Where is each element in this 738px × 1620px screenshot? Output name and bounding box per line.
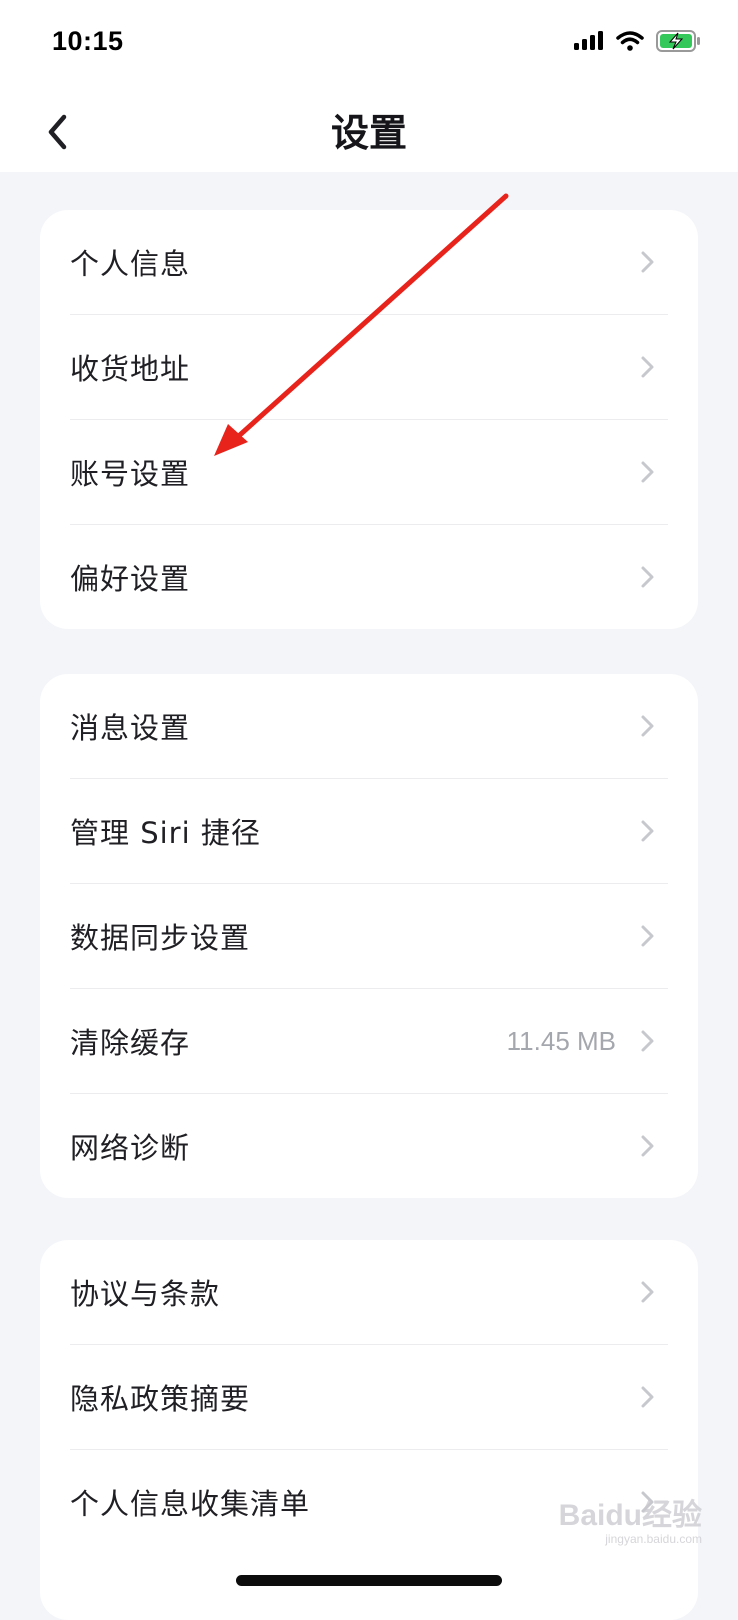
chevron-right-icon [641,566,654,588]
battery-charging-icon [656,30,700,52]
settings-item-label: 管理 Siri 捷径 [70,816,261,850]
watermark-brand: Baidu经验 [558,1499,702,1532]
settings-item-label: 隐私政策摘要 [70,1382,251,1416]
settings-item-label: 消息设置 [70,711,191,745]
settings-item-account-settings[interactable]: 账号设置 [70,420,668,525]
chevron-right-icon [641,1386,654,1408]
chevron-right-icon [641,820,654,842]
settings-item-label: 网络诊断 [70,1131,191,1165]
chevron-right-icon [641,1281,654,1303]
chevron-right-icon [641,1135,654,1157]
navigation-bar: 设置 [0,90,738,172]
status-time: 10:15 [52,26,124,56]
chevron-right-icon [641,251,654,273]
watermark-url: jingyan.baidu.com [605,1532,702,1546]
settings-group-legal: 协议与条款 隐私政策摘要 个人信息收集清单 [40,1240,698,1620]
settings-item-message-settings[interactable]: 消息设置 [70,674,668,779]
settings-group-general: 消息设置 管理 Siri 捷径 数据同步设置 清除缓存 11.45 MB 网络诊… [40,674,698,1198]
home-indicator[interactable] [236,1575,502,1586]
settings-item-privacy-summary[interactable]: 隐私政策摘要 [70,1345,668,1450]
settings-item-label: 清除缓存 [70,1026,191,1060]
status-bar: 10:15 [0,0,738,90]
settings-item-clear-cache[interactable]: 清除缓存 11.45 MB [70,989,668,1094]
status-icons [574,30,702,52]
chevron-right-icon [641,356,654,378]
watermark: Baidu经验 jingyan.baidu.com [559,1490,702,1546]
settings-item-label: 个人信息收集清单 [70,1487,311,1521]
chevron-right-icon [641,925,654,947]
cache-size-value: 11.45 MB [506,1025,616,1056]
page-title: 设置 [330,111,407,155]
signal-icon [574,31,603,50]
settings-item-personal-info[interactable]: 个人信息 [70,210,668,315]
settings-item-label: 个人信息 [70,247,191,281]
chevron-right-icon [641,461,654,483]
settings-item-terms[interactable]: 协议与条款 [70,1240,668,1345]
settings-item-shipping-address[interactable]: 收货地址 [70,315,668,420]
settings-item-label: 协议与条款 [70,1277,221,1311]
chevron-right-icon [641,715,654,737]
wifi-icon [616,31,644,51]
settings-item-siri-shortcuts[interactable]: 管理 Siri 捷径 [70,779,668,884]
settings-item-preferences[interactable]: 偏好设置 [70,525,668,629]
chevron-right-icon [641,1030,654,1052]
settings-item-label: 数据同步设置 [70,921,251,955]
settings-item-label: 账号设置 [70,457,191,491]
settings-item-label: 收货地址 [70,352,191,386]
settings-group-account: 个人信息 收货地址 账号设置 偏好设置 [40,210,698,629]
settings-item-label: 偏好设置 [70,562,191,596]
settings-item-network-diagnosis[interactable]: 网络诊断 [70,1094,668,1198]
settings-item-data-sync[interactable]: 数据同步设置 [70,884,668,989]
